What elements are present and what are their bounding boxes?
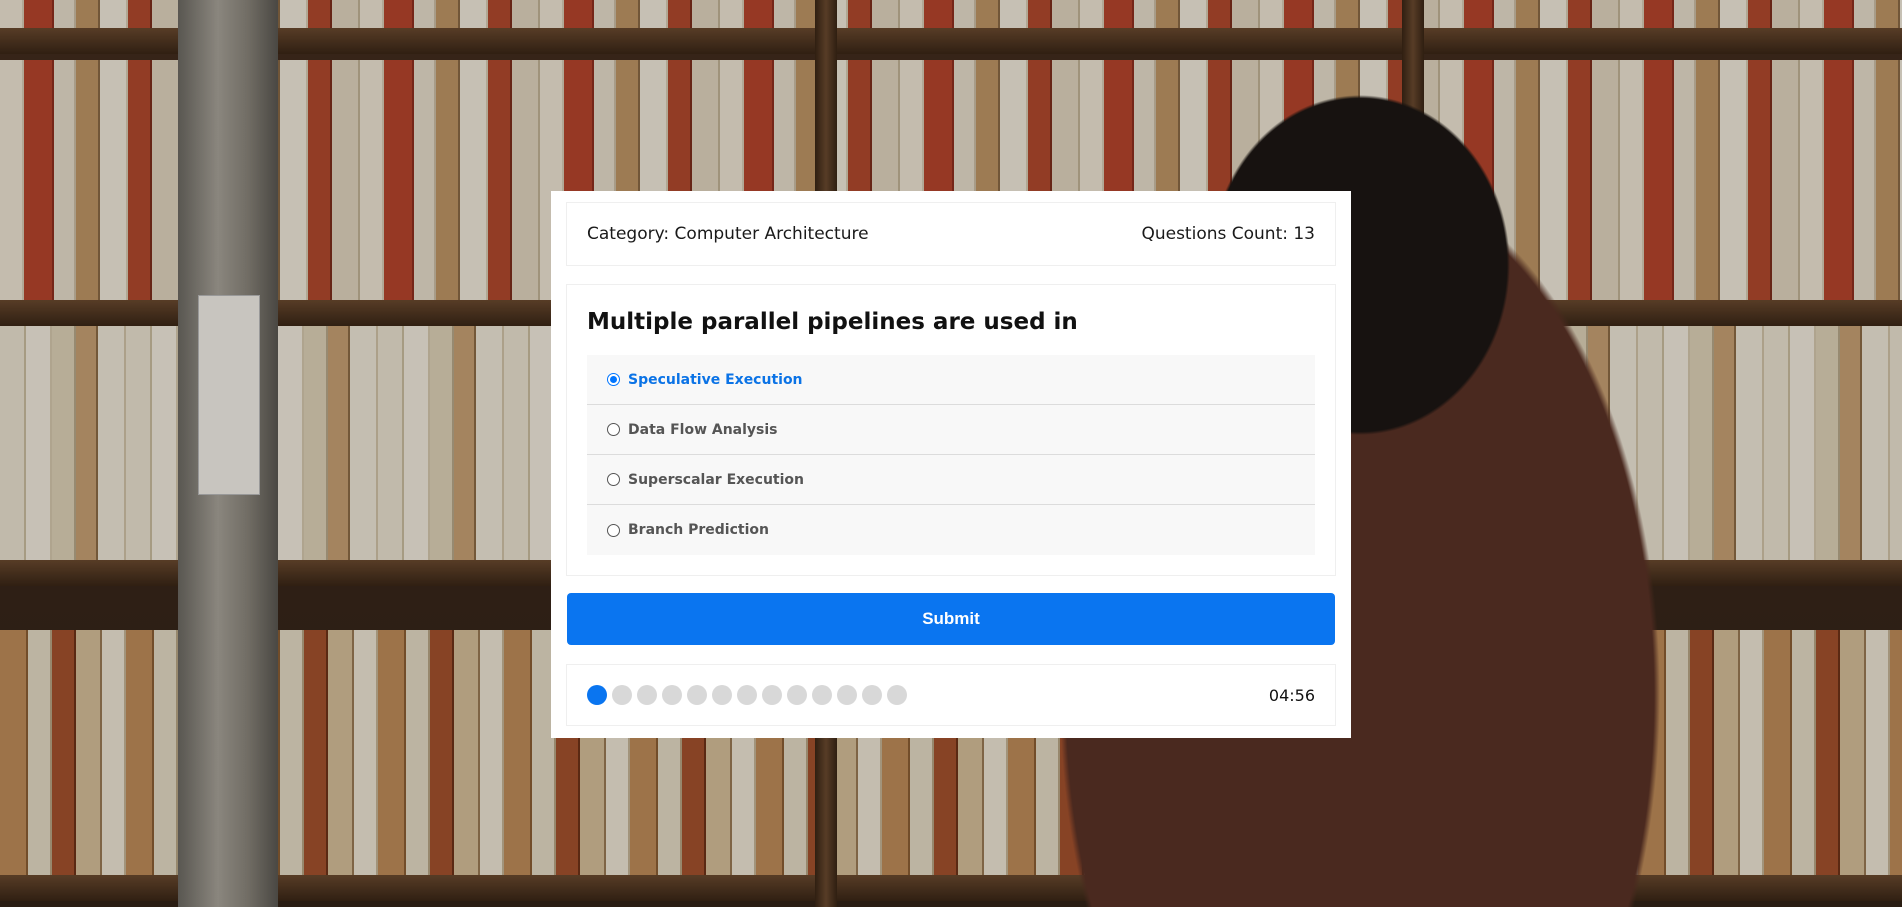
category-label: Category: Computer Architecture [587, 224, 869, 244]
progress-dot [762, 685, 782, 705]
answer-option[interactable]: Superscalar Execution [587, 455, 1315, 505]
answer-option-label: Branch Prediction [628, 522, 769, 538]
progress-dot [637, 685, 657, 705]
answer-option-label: Superscalar Execution [628, 471, 805, 488]
radio-button-checked[interactable] [607, 373, 620, 386]
progress-dot [687, 685, 707, 705]
answer-option[interactable]: Branch Prediction [587, 505, 1315, 555]
quiz-card: Category: Computer Architecture Question… [551, 191, 1351, 738]
progress-dot [662, 685, 682, 705]
radio-button[interactable] [607, 473, 620, 486]
countdown-timer: 04:56 [1268, 685, 1315, 705]
progress-dot [812, 685, 832, 705]
question-panel: Multiple parallel pipelines are used in … [567, 285, 1335, 575]
question-text: Multiple parallel pipelines are used in [587, 309, 1078, 335]
progress-dot [787, 685, 807, 705]
radio-button[interactable] [607, 423, 620, 436]
answer-option[interactable]: Data Flow Analysis [587, 405, 1315, 455]
progress-dot [837, 685, 857, 705]
questions-count: Questions Count: 13 [1141, 224, 1315, 244]
radio-button[interactable] [607, 523, 620, 537]
quiz-header: Category: Computer Architecture Question… [567, 203, 1335, 265]
answer-options: Speculative Execution Data Flow Analysis… [587, 355, 1315, 555]
submit-button[interactable]: Submit [567, 593, 1335, 645]
quiz-footer: 04:56 [567, 665, 1335, 725]
progress-dot [712, 685, 732, 705]
answer-option-label: Data Flow Analysis [628, 421, 778, 438]
progress-dot [887, 685, 907, 705]
answer-option[interactable]: Speculative Execution [587, 355, 1315, 405]
progress-dot [612, 685, 632, 705]
progress-indicator [587, 685, 907, 705]
progress-dot [862, 685, 882, 705]
progress-dot [737, 685, 757, 705]
answer-option-label: Speculative Execution [628, 371, 803, 388]
progress-dot-current [587, 685, 607, 705]
